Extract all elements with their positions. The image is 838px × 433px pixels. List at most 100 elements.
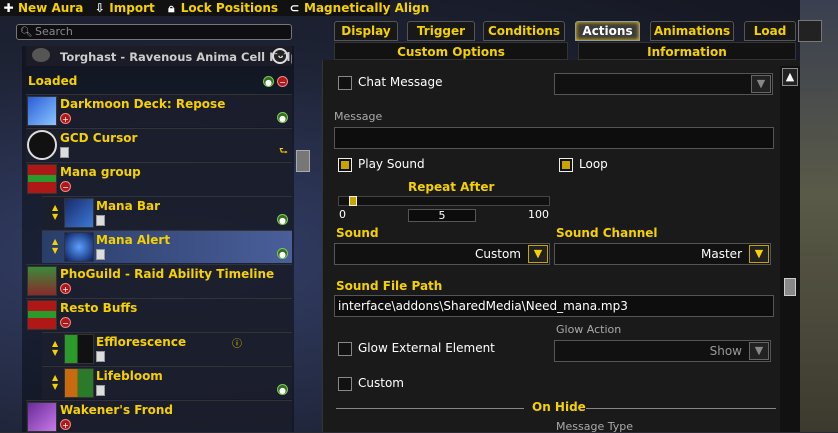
show-icon[interactable]: ● [277,214,288,225]
collapse-icon[interactable]: − [277,76,288,87]
loop-checkbox[interactable] [559,158,573,172]
sound-file-path-input[interactable]: interface\addons\SharedMedia\Need_mana.m… [334,295,774,317]
tab-trigger[interactable]: Trigger [407,21,475,41]
chevron-down-icon: ▼ [749,342,769,360]
scrollbar-thumb[interactable] [784,278,796,296]
show-icon[interactable]: ● [263,76,274,87]
play-sound-checkbox[interactable] [338,158,352,172]
list-item[interactable]: GCD Cursor ⮑ [26,128,292,161]
tab-display[interactable]: Display [334,21,398,41]
chat-message-checkbox[interactable] [338,76,352,90]
show-icon[interactable]: ● [277,384,288,395]
aura-icon [64,334,94,364]
slider-min-label: 0 [339,208,346,221]
list-item[interactable]: Mana group − [26,162,292,195]
aura-icon [64,198,94,228]
add-icon[interactable]: + [60,113,71,124]
smiley-icon[interactable]: ᵔᴗᵔ [272,48,288,64]
reorder-icon[interactable]: ▲ ▼ [52,203,60,225]
section-actions: ● − [263,76,288,87]
glow-action-label: Glow Action [556,323,622,336]
message-type-label: Message Type [556,420,633,433]
lock-positions-button[interactable]: 🔒︎ Lock Positions [165,0,278,16]
aura-icon [27,96,57,126]
tab-custom-options[interactable]: Custom Options [334,42,568,60]
sound-channel-label: Sound Channel [556,226,658,240]
list-item[interactable]: Torghast - Ravenous Anima Cell Helper ᵔᴗᵔ [26,46,292,66]
add-icon[interactable]: + [60,283,71,294]
reorder-icon[interactable]: ▲ ▼ [52,237,60,259]
section-label-loaded: Loaded [28,74,78,88]
message-label: Message [334,110,383,123]
aura-icon [27,402,57,432]
lock-icon: 🔒︎ [168,0,175,15]
loop-label: Loop [579,157,608,171]
show-icon[interactable]: ● [277,248,288,259]
plus-icon: ✚ [3,1,14,15]
tab-load[interactable]: Load [744,21,796,41]
message-type-dropdown[interactable]: ▼ [554,73,773,95]
close-button[interactable] [798,20,822,42]
sound-file-path-label: Sound File Path [336,279,443,293]
options-scrollbar[interactable]: ▲ [780,66,800,432]
list-item[interactable]: Wakener's Frond + [26,400,292,432]
new-aura-button[interactable]: ✚ New Aura [2,1,83,15]
divider [336,408,524,409]
collapse-icon[interactable]: − [60,181,71,192]
custom-label: Custom [358,376,404,390]
chevron-down-icon: ▼ [751,75,771,93]
tab-actions[interactable]: Actions [575,21,640,41]
repeat-after-input[interactable]: 5 [408,209,476,222]
collapse-icon[interactable]: − [60,317,71,328]
chevron-up-icon[interactable]: ▲ [782,68,798,86]
magnetically-align-button[interactable]: ⊂ Magnetically Align [288,1,429,15]
aura-list-scrollbar[interactable] [296,150,310,172]
reorder-icon[interactable]: ▲ ▼ [52,373,60,395]
list-item[interactable]: ▲ ▼ Lifebloom ● [42,366,292,399]
chat-message-label: Chat Message [358,75,443,89]
slider-max-label: 100 [528,208,549,221]
import-icon: ⇩ [94,1,105,15]
document-icon [96,351,105,362]
aura-icon [27,300,57,330]
document-icon [96,385,105,396]
game-background-right [800,0,838,432]
message-input[interactable] [334,127,774,149]
aura-icon [27,266,57,296]
show-icon[interactable]: ● [277,112,288,123]
list-item[interactable]: PhoGuild - Raid Ability Timeline + [26,264,292,297]
glow-action-dropdown[interactable]: Show ▼ [554,340,771,362]
sound-dropdown[interactable]: Custom ▼ [334,243,550,265]
list-item-selected[interactable]: ▲ ▼ Mana Alert ● [42,230,292,263]
repeat-after-label: Repeat After [408,180,495,194]
aura-icon [64,232,94,262]
play-sound-label: Play Sound [358,157,425,171]
sound-label: Sound [336,226,379,240]
aura-icon [27,164,57,194]
custom-checkbox[interactable] [338,377,352,391]
chevron-down-icon: ▼ [528,245,548,263]
import-button[interactable]: ⇩ Import [93,1,155,15]
divider [586,408,776,409]
warning-icon[interactable]: ⓘ [232,335,242,350]
glow-external-element-checkbox[interactable] [338,342,352,356]
list-item[interactable]: ▲ ▼ Mana Bar ● [42,196,292,229]
magnet-icon: ⊂ [289,1,300,15]
search-input[interactable]: 🔍︎ Search [16,24,292,40]
tab-animations[interactable]: Animations [650,21,734,41]
repeat-after-slider[interactable] [338,196,550,206]
reorder-icon[interactable]: ▲ ▼ [52,339,60,361]
group-icon[interactable]: ⮑ [279,144,288,161]
sound-channel-dropdown[interactable]: Master ▼ [554,243,771,265]
list-item[interactable]: ▲ ▼ Efflorescence ⓘ [42,332,292,365]
tab-information[interactable]: Information [578,42,796,60]
document-icon [96,249,105,260]
list-item[interactable]: Resto Buffs − [26,298,292,331]
tab-conditions[interactable]: Conditions [483,21,565,41]
slider-thumb[interactable] [349,196,358,206]
document-icon [60,147,69,158]
search-icon: 🔍︎ [20,27,33,38]
add-icon[interactable]: + [60,419,71,430]
glow-external-element-label: Glow External Element [358,341,495,355]
list-item[interactable]: Darkmoon Deck: Repose + ● [26,94,292,127]
